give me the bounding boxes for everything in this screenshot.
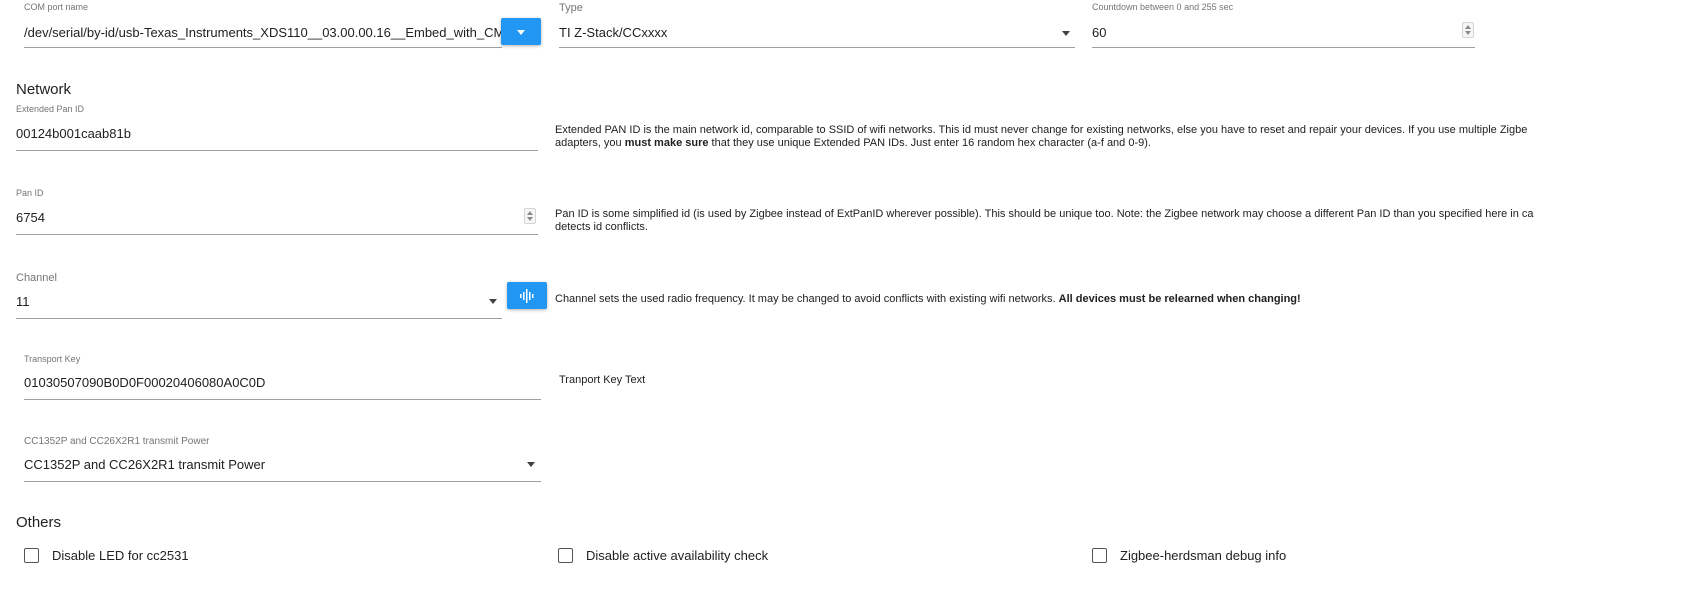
stepper-down-icon[interactable] <box>527 217 533 221</box>
pan-id-input[interactable]: 6754 <box>16 210 45 225</box>
pan-id-label: Pan ID <box>16 188 44 198</box>
transport-key-input[interactable]: 01030507090B0D0F00020406080A0C0D <box>24 375 265 390</box>
type-label: Type <box>559 2 583 14</box>
pan-id-stepper[interactable] <box>524 208 536 224</box>
com-port-label: COM port name <box>24 2 89 12</box>
countdown-label: Countdown between 0 and 255 sec <box>1092 2 1234 12</box>
com-port-underline <box>24 47 502 48</box>
ext-pan-id-help: Extended PAN ID is the main network id, … <box>555 124 1527 150</box>
option-disable-led[interactable]: Disable LED for cc2531 <box>24 548 189 563</box>
ext-pan-id-help-line1: Extended PAN ID is the main network id, … <box>555 124 1528 136</box>
pan-id-underline <box>16 234 538 235</box>
countdown-stepper[interactable] <box>1462 22 1474 38</box>
herdsman-debug-checkbox[interactable] <box>1092 548 1107 563</box>
transmit-power-label: CC1352P and CC26X2R1 transmit Power <box>24 436 210 447</box>
disable-availability-label: Disable active availability check <box>586 548 769 563</box>
com-port-input[interactable]: /dev/serial/by-id/usb-Texas_Instruments_… <box>24 25 502 40</box>
disable-led-checkbox[interactable] <box>24 548 39 563</box>
countdown-input[interactable]: 60 <box>1092 25 1106 40</box>
disable-led-label: Disable LED for cc2531 <box>52 548 189 563</box>
channel-scan-button[interactable] <box>507 282 547 309</box>
chevron-down-icon[interactable] <box>527 462 535 467</box>
stepper-up-icon[interactable] <box>527 211 533 215</box>
channel-underline <box>16 318 502 319</box>
pan-id-help-line2: detects id conflicts. <box>555 221 648 233</box>
chevron-down-icon[interactable] <box>489 299 497 304</box>
channel-label: Channel <box>16 272 57 284</box>
option-herdsman-debug[interactable]: Zigbee-herdsman debug info <box>1092 548 1286 563</box>
transmit-power-select[interactable]: CC1352P and CC26X2R1 transmit Power CC13… <box>24 436 541 483</box>
transport-key-label: Transport Key <box>24 354 81 364</box>
transmit-power-underline <box>24 481 541 482</box>
transport-key-help: Tranport Key Text <box>559 374 646 386</box>
ext-pan-id-underline <box>16 150 538 151</box>
option-disable-availability-check[interactable]: Disable active availability check <box>558 548 768 563</box>
stepper-down-icon[interactable] <box>1465 31 1471 35</box>
channel-value: 11 <box>16 294 30 309</box>
others-section-title: Others <box>16 514 62 531</box>
transport-key-field[interactable]: Transport Key 01030507090B0D0F0002040608… <box>24 354 541 401</box>
waveform-icon <box>520 289 534 303</box>
pan-id-help-line1: Pan ID is some simplified id (is used by… <box>555 208 1534 220</box>
com-port-select-button[interactable] <box>501 18 541 45</box>
type-underline <box>559 47 1075 48</box>
chevron-down-icon <box>517 30 525 35</box>
type-select[interactable]: Type TI Z-Stack/CCxxxx <box>559 2 1075 48</box>
pan-id-field[interactable]: Pan ID 6754 <box>16 188 538 236</box>
disable-availability-checkbox[interactable] <box>558 548 573 563</box>
stepper-up-icon[interactable] <box>1465 25 1471 29</box>
type-value: TI Z-Stack/CCxxxx <box>559 25 668 40</box>
herdsman-debug-label: Zigbee-herdsman debug info <box>1120 548 1287 563</box>
ext-pan-id-help-line2: adapters, you must make sure that they u… <box>555 137 1151 149</box>
ext-pan-id-field[interactable]: Extended Pan ID 00124b001caab81b <box>16 104 538 152</box>
com-port-field[interactable]: COM port name /dev/serial/by-id/usb-Texa… <box>24 2 502 48</box>
transport-key-underline <box>24 399 541 400</box>
ext-pan-id-input[interactable]: 00124b001caab81b <box>16 126 131 141</box>
channel-select[interactable]: Channel 11 <box>16 272 502 320</box>
chevron-down-icon[interactable] <box>1062 31 1070 36</box>
channel-help: Channel sets the used radio frequency. I… <box>555 293 1301 305</box>
pan-id-help: Pan ID is some simplified id (is used by… <box>555 208 1534 234</box>
network-section-title: Network <box>16 81 72 98</box>
countdown-underline <box>1092 47 1475 48</box>
ext-pan-id-label: Extended Pan ID <box>16 104 85 114</box>
transmit-power-value: CC1352P and CC26X2R1 transmit Power <box>24 457 266 472</box>
countdown-field[interactable]: Countdown between 0 and 255 sec 60 <box>1092 2 1475 48</box>
